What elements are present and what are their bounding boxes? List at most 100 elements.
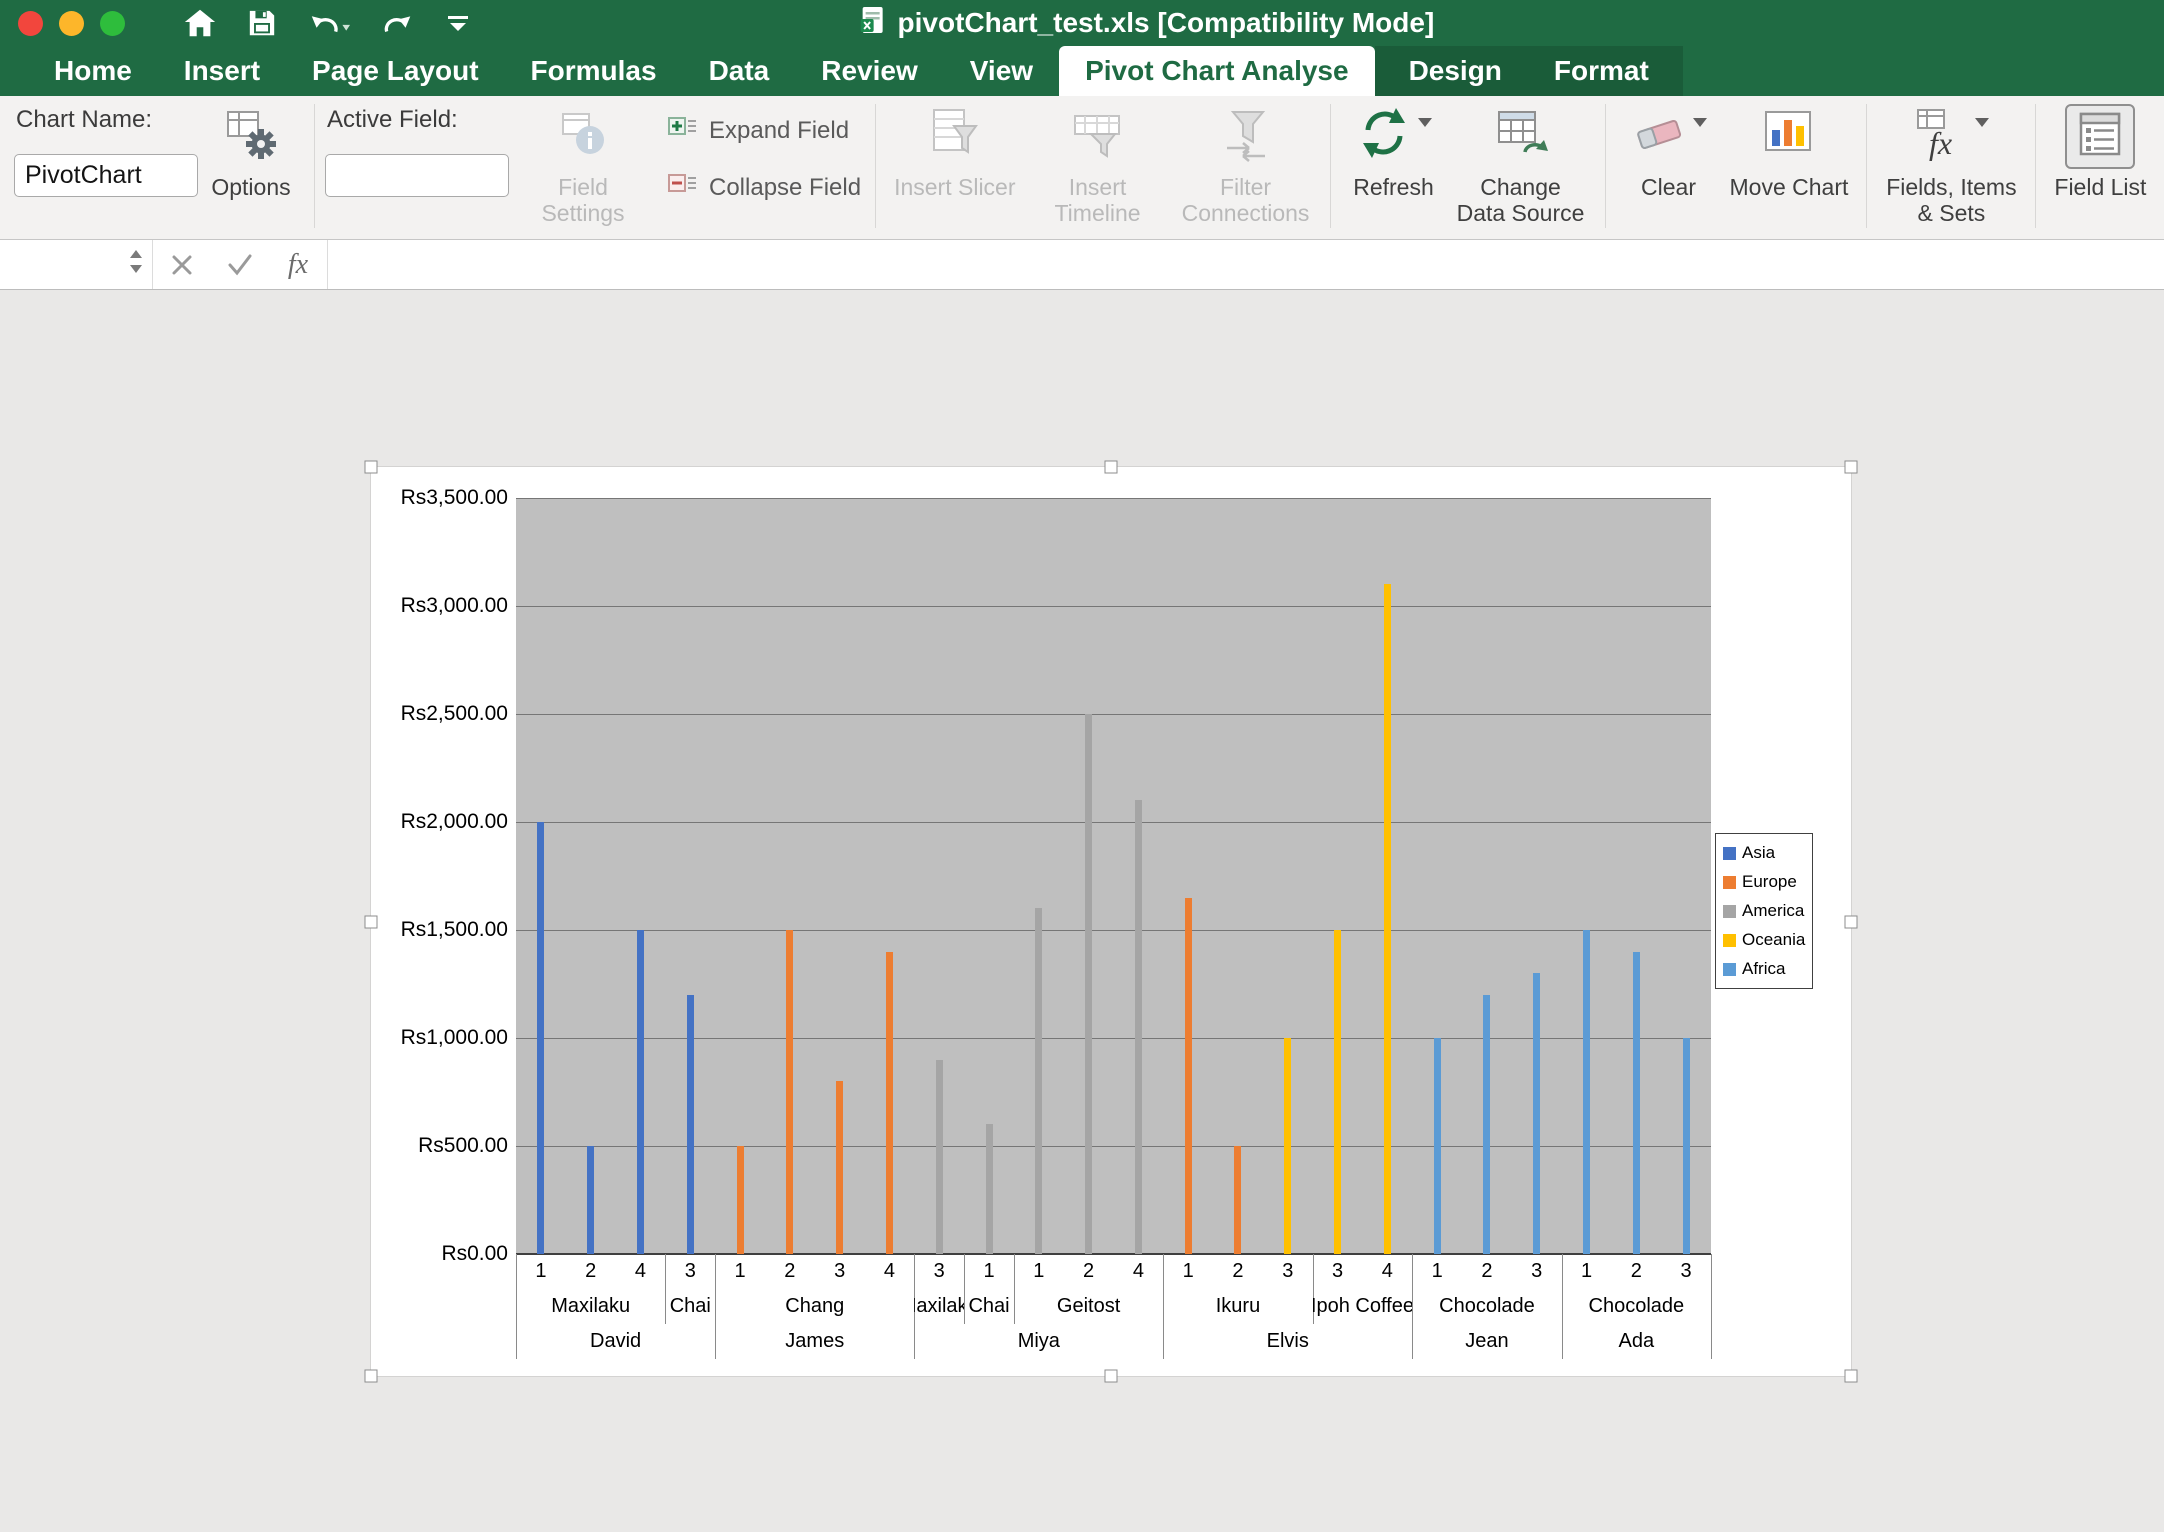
tab-pivot-chart-analyse[interactable]: Pivot Chart Analyse: [1059, 46, 1374, 96]
bar-africa[interactable]: [1434, 1038, 1441, 1254]
bar-oceania[interactable]: [1384, 584, 1391, 1254]
bar-europe[interactable]: [886, 952, 893, 1254]
bar-oceania[interactable]: [1284, 1038, 1291, 1254]
close-button[interactable]: [18, 11, 43, 36]
bar-europe[interactable]: [737, 1146, 744, 1254]
formula-input[interactable]: [328, 240, 2164, 289]
legend-item-asia: Asia: [1723, 843, 1805, 863]
y-axis-label: Rs1,500.00: [371, 918, 508, 942]
bar-europe[interactable]: [786, 930, 793, 1254]
bar-america[interactable]: [1135, 800, 1142, 1254]
tab-page-layout[interactable]: Page Layout: [286, 46, 504, 96]
quarter-label: 2: [566, 1254, 616, 1289]
quarter-label: 4: [616, 1254, 666, 1289]
redo-icon[interactable]: [381, 7, 415, 39]
selection-handle-s[interactable]: [1105, 1370, 1118, 1383]
bar-asia[interactable]: [687, 995, 694, 1254]
person-label: James: [715, 1324, 914, 1359]
collapse-field-button[interactable]: Collapse Field: [667, 169, 861, 206]
clear-button[interactable]: Clear: [1624, 102, 1714, 200]
fields-items-sets-caret[interactable]: [1975, 118, 1989, 127]
minimize-button[interactable]: [59, 11, 84, 36]
name-box-spinner[interactable]: [128, 247, 144, 282]
options-button[interactable]: Options: [206, 102, 296, 200]
field-list-selected-box: [2065, 104, 2135, 169]
bar-america[interactable]: [986, 1124, 993, 1254]
tab-formulas[interactable]: Formulas: [505, 46, 683, 96]
fields-items-sets-button[interactable]: fx Fields, Items & Sets: [1885, 102, 2017, 226]
chart-name-label: Chart Name:: [16, 106, 196, 134]
tab-insert[interactable]: Insert: [158, 46, 286, 96]
gridline: [516, 714, 1711, 715]
selection-handle-e[interactable]: [1845, 915, 1858, 928]
tab-home[interactable]: Home: [28, 46, 158, 96]
active-field-input[interactable]: [325, 154, 509, 197]
bar-asia[interactable]: [587, 1146, 594, 1254]
legend-item-america: America: [1723, 901, 1805, 921]
field-list-button[interactable]: Field List: [2054, 102, 2146, 200]
ribbon-group-data: Refresh Change Data Source: [1341, 102, 1595, 226]
bar-africa[interactable]: [1483, 995, 1490, 1254]
move-chart-label: Move Chart: [1730, 174, 1849, 200]
plot-area[interactable]: [516, 498, 1711, 1254]
refresh-button[interactable]: Refresh: [1349, 102, 1439, 200]
tab-design[interactable]: Design: [1383, 46, 1528, 96]
customize-toolbar-icon[interactable]: [445, 8, 471, 38]
gridline: [516, 1146, 1711, 1147]
move-chart-button[interactable]: Move Chart: [1730, 102, 1849, 200]
bar-europe[interactable]: [836, 1081, 843, 1254]
selection-handle-sw[interactable]: [365, 1370, 378, 1383]
refresh-dropdown-caret[interactable]: [1418, 118, 1432, 127]
expand-field-label: Expand Field: [709, 117, 849, 145]
legend-item-africa: Africa: [1723, 959, 1805, 979]
expand-field-button[interactable]: Expand Field: [667, 112, 861, 149]
enter-button[interactable]: [211, 240, 269, 289]
cancel-button[interactable]: [153, 240, 211, 289]
selection-handle-se[interactable]: [1845, 1370, 1858, 1383]
bar-america[interactable]: [1085, 714, 1092, 1254]
bar-europe[interactable]: [1234, 1146, 1241, 1254]
bar-africa[interactable]: [1533, 973, 1540, 1254]
product-label: Maxilaku: [516, 1289, 665, 1324]
filter-connections-icon: [1219, 104, 1273, 170]
chart-name-input[interactable]: [14, 154, 198, 197]
insert-slicer-button[interactable]: Insert Slicer: [894, 102, 1015, 200]
name-box[interactable]: [0, 240, 152, 289]
bar-africa[interactable]: [1583, 930, 1590, 1254]
insert-timeline-button[interactable]: Insert Timeline: [1032, 102, 1164, 226]
y-axis-label: Rs3,500.00: [371, 486, 508, 510]
selection-handle-n[interactable]: [1105, 461, 1118, 474]
selection-handle-nw[interactable]: [365, 461, 378, 474]
selection-handle-w[interactable]: [365, 915, 378, 928]
filter-connections-button[interactable]: Filter Connections: [1180, 102, 1312, 226]
worksheet-canvas[interactable]: Rs3,500.00Rs3,000.00Rs2,500.00Rs2,000.00…: [0, 290, 2164, 1532]
bar-asia[interactable]: [637, 930, 644, 1254]
save-icon[interactable]: [247, 8, 277, 38]
clear-dropdown-caret[interactable]: [1693, 118, 1707, 127]
bar-africa[interactable]: [1633, 952, 1640, 1254]
change-data-source-button[interactable]: Change Data Source: [1455, 102, 1587, 226]
undo-icon[interactable]: [307, 7, 351, 39]
person-label: Ada: [1562, 1324, 1711, 1359]
tab-view[interactable]: View: [944, 46, 1059, 96]
bar-america[interactable]: [1035, 908, 1042, 1254]
quarter-label: 1: [516, 1254, 566, 1289]
bar-africa[interactable]: [1683, 1038, 1690, 1254]
person-label: Jean: [1412, 1324, 1561, 1359]
tab-data[interactable]: Data: [683, 46, 796, 96]
bar-america[interactable]: [936, 1060, 943, 1254]
selection-handle-ne[interactable]: [1845, 461, 1858, 474]
chart-legend[interactable]: AsiaEuropeAmericaOceaniaAfrica: [1715, 833, 1813, 989]
quarter-label: 4: [1362, 1254, 1412, 1289]
tab-review[interactable]: Review: [795, 46, 944, 96]
bar-oceania[interactable]: [1334, 930, 1341, 1254]
insert-function-button[interactable]: fx: [269, 240, 327, 289]
field-settings-button[interactable]: Field Settings: [517, 102, 649, 226]
home-icon[interactable]: [183, 7, 217, 39]
bar-europe[interactable]: [1185, 898, 1192, 1254]
bar-asia[interactable]: [537, 822, 544, 1254]
zoom-button[interactable]: [100, 11, 125, 36]
pivot-chart-object[interactable]: Rs3,500.00Rs3,000.00Rs2,500.00Rs2,000.00…: [370, 466, 1852, 1377]
tab-format[interactable]: Format: [1528, 46, 1675, 96]
quick-access-toolbar: [183, 7, 471, 39]
